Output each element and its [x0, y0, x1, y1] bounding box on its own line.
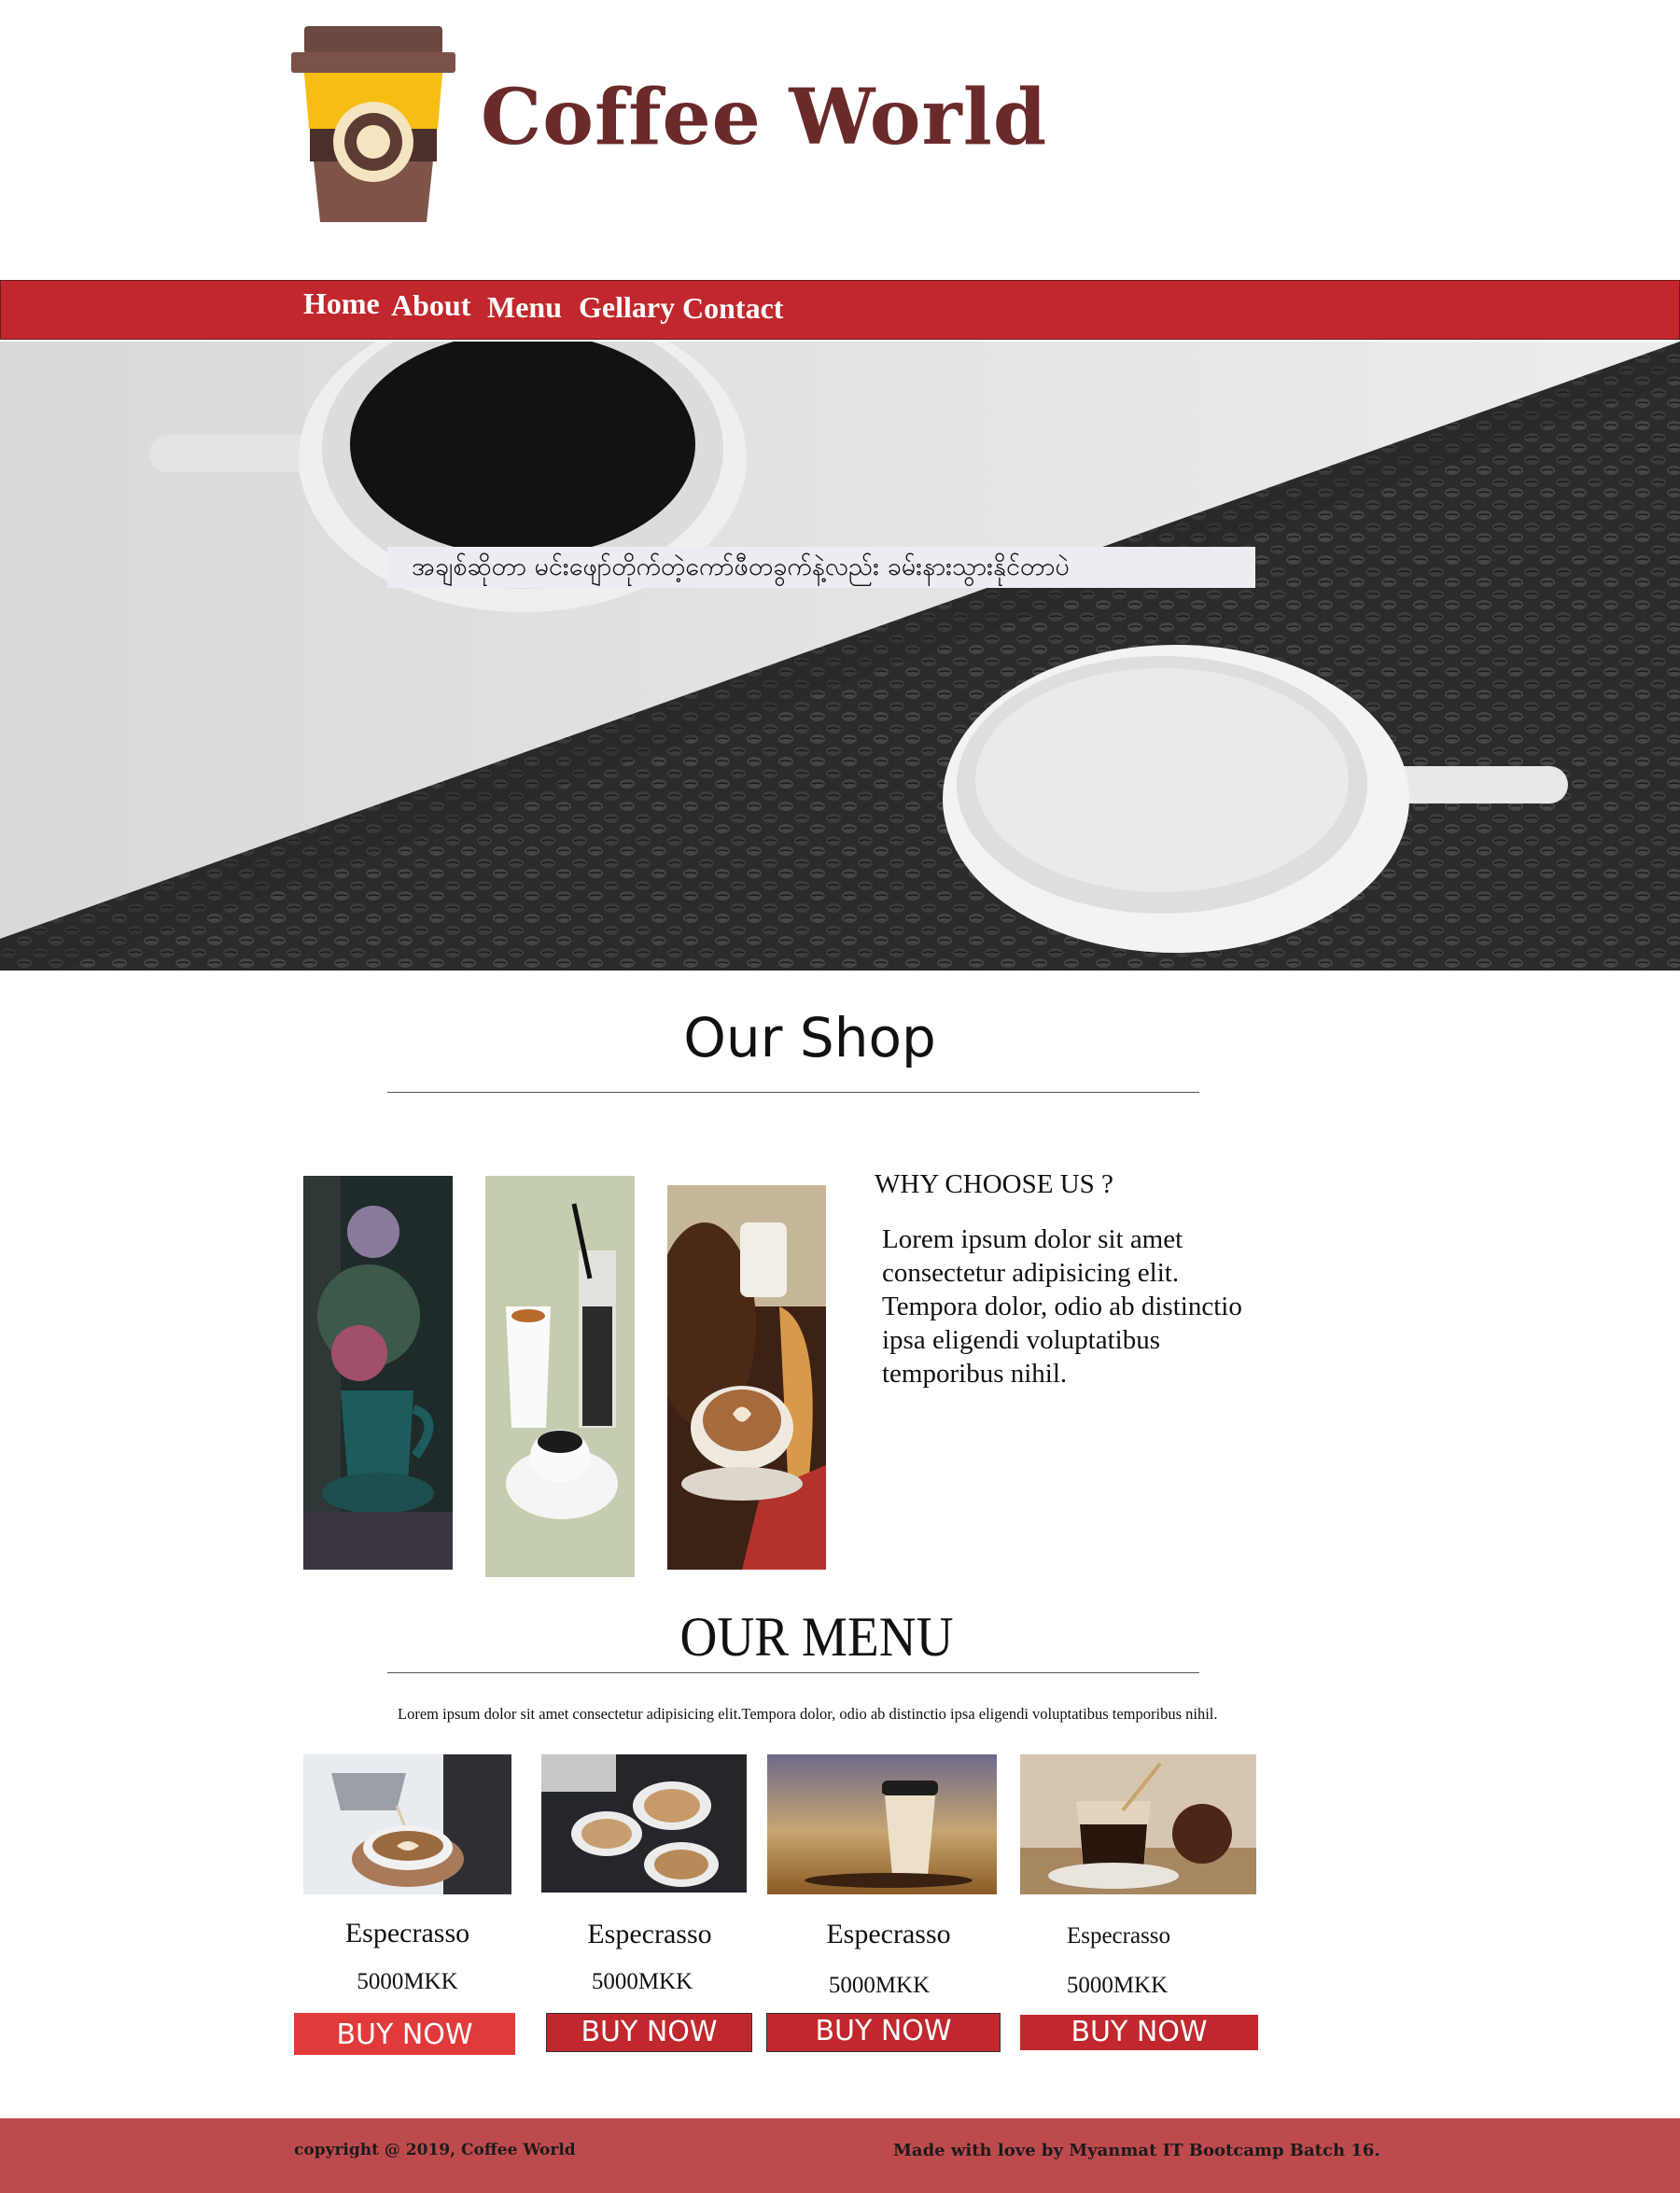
footer: copyright @ 2019, Coffee World Made with… [0, 2118, 1680, 2193]
menu-item-price: 5000MKK [828, 1973, 931, 1998]
main-nav: Home About Menu Gellary Contact [0, 280, 1680, 340]
nav-gellary[interactable]: Gellary [579, 290, 675, 325]
our-shop-divider [387, 1092, 1199, 1093]
why-choose-us-heading: WHY CHOOSE US ? [875, 1169, 1113, 1199]
shop-image-teacup [303, 1176, 453, 1570]
our-menu-title: OUR MENU [679, 1606, 954, 1668]
nav-contact[interactable]: Contact [682, 291, 783, 326]
buy-now-button[interactable]: BUY NOW [1020, 2015, 1258, 2050]
menu-item-name: Especrasso [826, 1919, 951, 1949]
menu-item-image-latte-pour [303, 1754, 511, 1894]
buy-now-button[interactable]: BUY NOW [294, 2013, 515, 2055]
buy-now-button[interactable]: BUY NOW [546, 2013, 752, 2052]
nav-menu[interactable]: Menu [487, 290, 562, 325]
hero-coffee-image [0, 342, 1680, 971]
menu-item-image-cappuccino [541, 1754, 747, 1893]
menu-item-price: 5000MKK [357, 1969, 458, 1994]
footer-credit: Made with love by Myanmat IT Bootcamp Ba… [893, 2141, 1380, 2160]
our-shop-title: Our Shop [683, 1006, 936, 1069]
our-menu-description: Lorem ipsum dolor sit amet consectetur a… [398, 1705, 1218, 1723]
brand-title: Coffee World [481, 73, 1048, 162]
menu-item-name: Especrasso [587, 1919, 712, 1949]
footer-copyright: copyright @ 2019, Coffee World [294, 2141, 576, 2159]
our-menu-divider [387, 1672, 1199, 1673]
why-choose-us-text: Lorem ipsum dolor sit amet consectetur a… [882, 1224, 1242, 1389]
coffee-cup-logo-icon [291, 26, 455, 222]
hero-tagline: အချစ်ဆိုတာ မင်းဖျော်တိုက်တဲ့ကော်ဖီတခွက်န… [387, 547, 1255, 588]
menu-item-name: Especrasso [344, 1918, 470, 1949]
menu-item-price: 5000MKK [591, 1969, 693, 1994]
buy-now-button[interactable]: BUY NOW [766, 2013, 1001, 2052]
shop-image-drinks [485, 1176, 635, 1577]
menu-item-name: Especrasso [1066, 1923, 1171, 1949]
menu-item-price: 5000MKK [1066, 1973, 1169, 1998]
nav-home[interactable]: Home [303, 286, 380, 321]
menu-item-image-glass-coffee [1020, 1754, 1256, 1894]
menu-item-image-takeaway-cup [767, 1754, 997, 1894]
nav-about[interactable]: About [391, 288, 470, 323]
shop-image-latte [667, 1185, 826, 1570]
